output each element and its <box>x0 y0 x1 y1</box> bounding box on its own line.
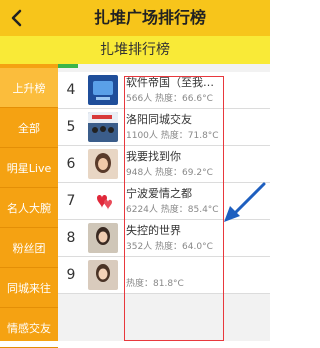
section-header: 扎堆排行榜 <box>0 36 270 64</box>
list-item[interactable]: 4 软件帝国（至我… 566人 热度：66.6°C <box>58 72 270 109</box>
group-stats: 948人 热度：69.2°C <box>126 168 213 178</box>
rank-number: 9 <box>66 267 76 283</box>
group-photo-icon <box>88 112 118 142</box>
sidebar-item-label: 同城来往 <box>7 281 51 295</box>
category-sidebar: 上升榜 全部 明星Live 名人大腕 粉丝团 同城来往 情感交友 <box>0 64 58 348</box>
rank-number: 8 <box>66 230 76 246</box>
list-item[interactable]: 5 洛阳同城交友 1100人 热度：71.8°C <box>58 109 270 146</box>
group-name: 失控的世界 <box>126 224 181 237</box>
list-item[interactable]: 8 失控的世界 352人 热度：64.0°C <box>58 220 270 257</box>
app-icon <box>88 75 118 105</box>
chevron-left-icon <box>11 9 22 27</box>
group-name: 洛阳同城交友 <box>126 113 192 126</box>
sidebar-item-emotion[interactable]: 情感交友 <box>0 308 58 348</box>
portrait-icon <box>88 149 118 179</box>
group-name: 我要找到你 <box>126 150 181 163</box>
sidebar-item-label: 全部 <box>18 121 40 135</box>
group-name: 软件帝国（至我… <box>126 76 214 89</box>
group-stats: 566人 热度：66.6°C <box>126 94 213 104</box>
top-bar: 扎堆广场排行榜 <box>0 0 270 36</box>
back-button[interactable] <box>0 0 34 36</box>
arrow-pointing-left-icon <box>224 182 266 222</box>
section-title: 扎堆排行榜 <box>100 42 170 58</box>
heart-icon <box>88 186 118 216</box>
sidebar-item-all[interactable]: 全部 <box>0 108 58 148</box>
group-name <box>126 259 264 275</box>
rank-number: 5 <box>66 119 76 135</box>
sidebar-item-celebrities[interactable]: 名人大腕 <box>0 188 58 228</box>
sidebar-item-rising[interactable]: 上升榜 <box>0 68 58 108</box>
list-item[interactable]: 9 热度：81.8°C <box>58 257 270 294</box>
rank-number: 6 <box>66 156 76 172</box>
sidebar-item-label: 粉丝团 <box>12 241 46 255</box>
group-stats: 352人 热度：64.0°C <box>126 242 213 252</box>
portrait-icon <box>88 260 118 290</box>
group-stats: 热度：81.8°C <box>126 279 184 289</box>
page-title: 扎堆广场排行榜 <box>93 8 206 27</box>
sidebar-item-label: 名人大腕 <box>7 201 51 215</box>
rank-number: 7 <box>66 193 76 209</box>
portrait-icon <box>88 223 118 253</box>
sidebar-item-label: 明星Live <box>6 161 52 175</box>
sidebar-item-star-live[interactable]: 明星Live <box>0 148 58 188</box>
sidebar-item-same-city[interactable]: 同城来往 <box>0 268 58 308</box>
sidebar-item-label: 情感交友 <box>7 321 51 335</box>
tab-indicator <box>58 64 78 68</box>
sidebar-item-label: 上升榜 <box>12 81 46 95</box>
sidebar-item-fan-club[interactable]: 粉丝团 <box>0 228 58 268</box>
group-stats: 1100人 热度：71.8°C <box>126 131 219 141</box>
list-item[interactable]: 6 我要找到你 948人 热度：69.2°C <box>58 146 270 183</box>
rank-number: 4 <box>66 82 76 98</box>
